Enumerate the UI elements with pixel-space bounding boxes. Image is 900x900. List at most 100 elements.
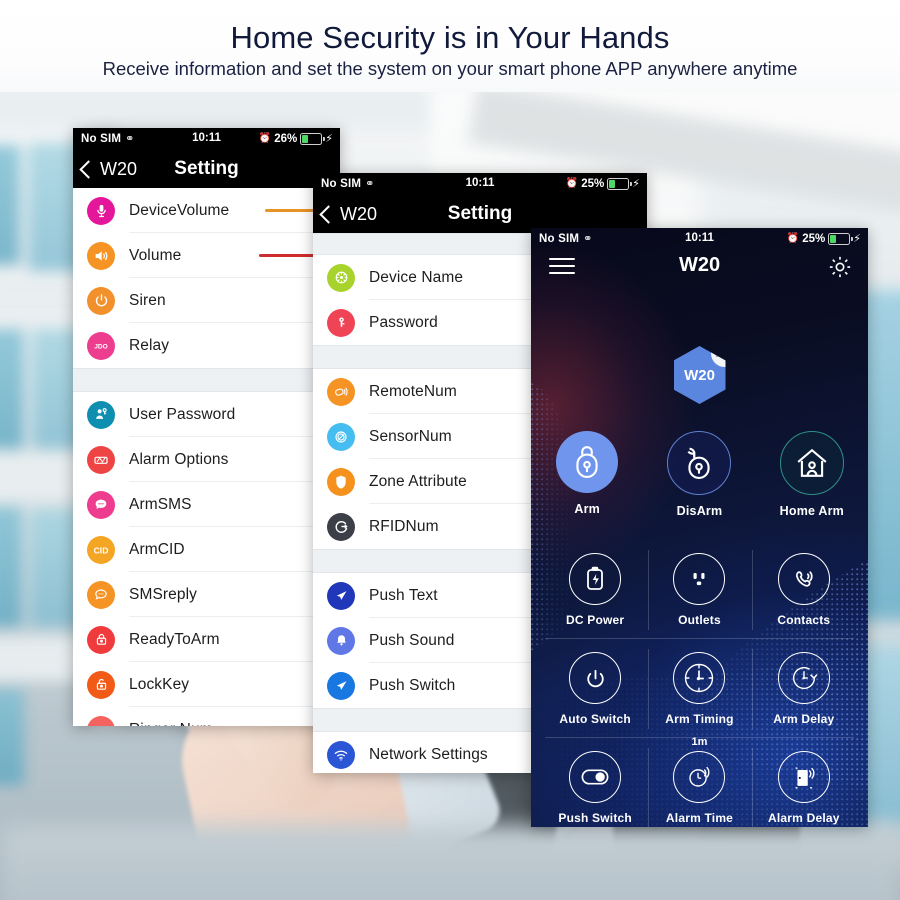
list-item[interactable]: Ringer Num: [73, 707, 340, 726]
dashboard: No SIM ⚭ 10:11 ⏰ 25% ⚡ W20 W20 W20 Arm D…: [531, 228, 868, 827]
tile-outlets[interactable]: Outlets: [647, 540, 751, 638]
list-item-label: Push Switch: [369, 676, 456, 694]
sensor-icon: [327, 422, 355, 451]
device-badge[interactable]: W20 W20: [531, 346, 868, 404]
list-item-label: Device Name: [369, 268, 464, 286]
settings-list: DeviceVolume Volume Siren JDO Relay User…: [73, 188, 340, 726]
list-item-label: SMSreply: [129, 585, 197, 603]
list-item-label: Network Settings: [369, 745, 488, 763]
lightning-bolt-icon: ⚡: [632, 178, 640, 190]
lightning-bolt-icon: ⚡: [325, 133, 333, 145]
tile-label: Alarm Time: [665, 811, 734, 825]
action-arm[interactable]: Arm: [531, 431, 643, 518]
tile-row: DC Power Outlets Contacts: [543, 540, 856, 638]
list-item[interactable]: Volume: [73, 233, 340, 278]
action-home-arm[interactable]: Home Arm: [756, 431, 868, 518]
clock-arrow-icon: [777, 652, 830, 704]
tile-label: Arm Delay: [773, 712, 835, 726]
list-item-label: Ringer Num: [129, 721, 213, 727]
tile-dc-power[interactable]: DC Power: [543, 540, 647, 638]
list-item[interactable]: SMSreply: [73, 572, 340, 617]
phone-ring-icon: [777, 553, 830, 605]
device-hex-icon: W20 W20: [673, 346, 726, 404]
clock-icon: [673, 652, 726, 704]
alarm-clock-icon: ⏰: [786, 233, 800, 244]
battery-bolt-icon: [569, 553, 622, 605]
tile-label: Alarm Delay: [768, 811, 840, 825]
list-item-label: SensorNum: [369, 427, 452, 445]
chat-reply-icon: [87, 580, 115, 609]
tile-label: Push Switch: [558, 811, 632, 825]
status-battery-percent: 25%: [581, 177, 605, 190]
list-item[interactable]: ArmSMS: [73, 482, 340, 527]
list-item-label: ReadyToArm: [129, 630, 220, 648]
list-item-label: RemoteNum: [369, 382, 457, 400]
power-outlet-icon: [673, 553, 726, 605]
ringer-icon: [87, 715, 115, 726]
svg-text:JDO: JDO: [94, 343, 108, 350]
send-icon: [327, 671, 355, 700]
battery-icon: [300, 132, 325, 145]
chat-bubble-icon: [87, 490, 115, 519]
poster-canvas: Home Security is in Your Hands Receive i…: [0, 0, 900, 900]
bell-icon: [327, 626, 355, 655]
list-item-label: ArmCID: [129, 540, 185, 558]
nav-bar: W20 Setting: [73, 150, 340, 188]
tile-label: Contacts: [777, 613, 831, 627]
alarm-clock-icon: ⏰: [258, 133, 272, 144]
tile-row: Push Switch 1m Alarm Time Alarm Delay: [543, 736, 856, 827]
background-floor: [0, 825, 900, 900]
status-right-group: ⏰ 25% ⚡: [566, 177, 640, 190]
tile-alarm-delay[interactable]: Alarm Delay: [752, 738, 856, 827]
list-item[interactable]: JDO Relay: [73, 323, 340, 368]
list-item-label: ArmSMS: [129, 495, 192, 513]
heading-band: Home Security is in Your Hands Receive i…: [0, 0, 900, 92]
dashboard-title: W20: [678, 254, 721, 276]
action-disarm[interactable]: DisArm: [643, 431, 755, 518]
tile-label: Auto Switch: [559, 712, 631, 726]
status-bar: No SIM ⚭ 10:11 ⏰ 26% ⚡: [73, 128, 340, 150]
list-item[interactable]: LockKey: [73, 662, 340, 707]
tile-arm-timing[interactable]: Arm Timing: [647, 639, 751, 737]
shield-icon: [327, 467, 355, 496]
rfid-icon: [327, 512, 355, 541]
lightning-bolt-icon: ⚡: [853, 233, 861, 245]
list-group-separator: [73, 368, 340, 392]
lock-open-icon: [87, 670, 115, 699]
microphone-icon: [87, 196, 115, 225]
list-item[interactable]: Alarm Options: [73, 437, 340, 482]
tile-arm-delay[interactable]: Arm Delay: [752, 639, 856, 737]
status-battery-percent: 25%: [802, 232, 826, 245]
list-item[interactable]: User Password: [73, 392, 340, 437]
status-right-group: ⏰ 25% ⚡: [787, 232, 861, 245]
send-icon: [327, 581, 355, 610]
tile-label: DC Power: [566, 613, 625, 627]
tile-label: Outlets: [678, 613, 721, 627]
list-item-label: Relay: [129, 336, 170, 354]
tile-auto-switch[interactable]: Auto Switch: [543, 639, 647, 737]
list-item[interactable]: CID ArmCID: [73, 527, 340, 572]
dashboard-screen: No SIM ⚭ 10:11 ⏰ 25% ⚡ W20 W20 W20 Arm D…: [531, 228, 868, 827]
list-item-label: Push Sound: [369, 631, 455, 649]
page-subtitle: Receive information and set the system o…: [102, 58, 798, 79]
tile-alarm-time[interactable]: 1m Alarm Time: [647, 736, 751, 827]
alarm-ring-icon: [673, 751, 726, 803]
alarm-time-value: 1m: [691, 736, 708, 748]
list-item[interactable]: Siren: [73, 278, 340, 323]
status-battery-percent: 26%: [274, 132, 298, 145]
battery-icon: [828, 232, 853, 245]
list-item-label: Push Text: [369, 586, 438, 604]
tile-push-switch[interactable]: Push Switch: [543, 738, 647, 827]
action-label: Home Arm: [779, 504, 844, 518]
tile-contacts[interactable]: Contacts: [752, 540, 856, 638]
gear-icon[interactable]: [827, 254, 853, 285]
remote-control-icon: [327, 377, 355, 406]
alarm-options-icon: [87, 445, 115, 474]
list-item[interactable]: ReadyToArm: [73, 617, 340, 662]
toggle-switch-icon: [569, 751, 622, 803]
list-item-label: Zone Attribute: [369, 472, 467, 490]
speaker-icon: [87, 241, 115, 270]
power-icon: [569, 652, 622, 704]
list-item[interactable]: DeviceVolume: [73, 188, 340, 233]
svg-text:CID: CID: [94, 545, 109, 555]
